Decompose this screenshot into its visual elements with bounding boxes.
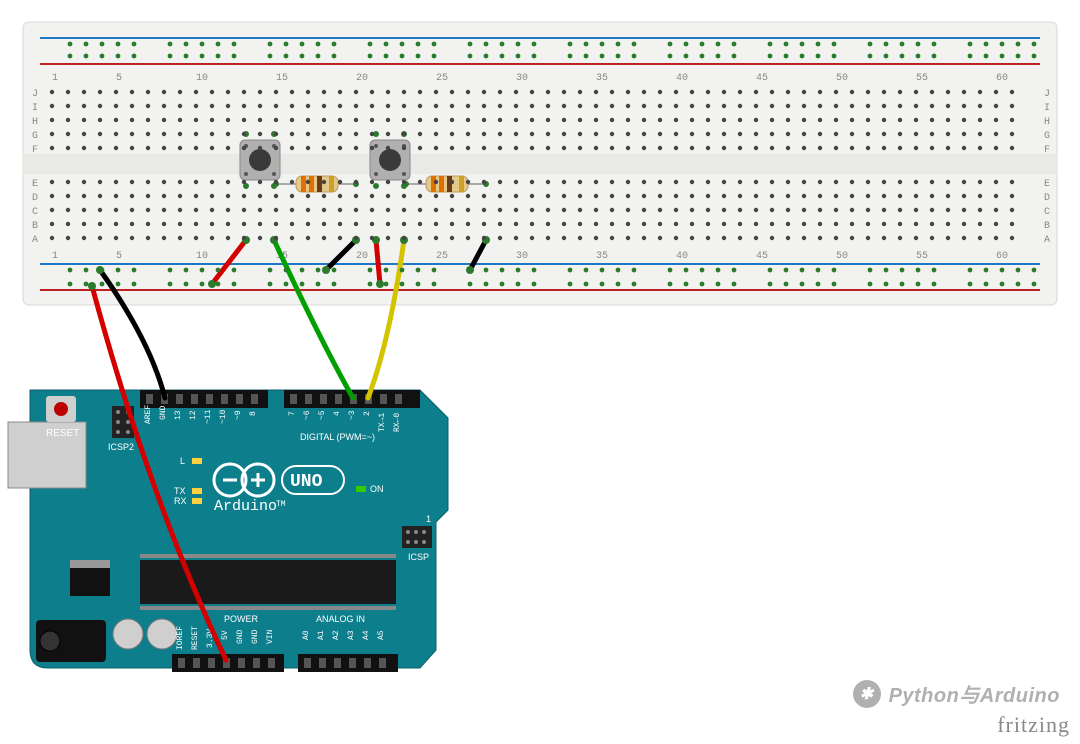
- svg-text:~5: ~5: [318, 410, 327, 420]
- svg-text:A2: A2: [332, 630, 341, 640]
- svg-text:D: D: [32, 193, 38, 204]
- svg-text:60: 60: [996, 251, 1008, 262]
- svg-text:A5: A5: [377, 630, 386, 640]
- svg-text:D: D: [1044, 193, 1050, 204]
- svg-text:I: I: [32, 103, 38, 114]
- svg-text:G: G: [1044, 131, 1050, 142]
- svg-text:30: 30: [516, 73, 528, 84]
- svg-text:F: F: [32, 145, 38, 156]
- svg-text:12: 12: [189, 410, 198, 420]
- svg-text:B: B: [32, 221, 38, 232]
- svg-text:H: H: [1044, 117, 1050, 128]
- svg-text:A: A: [1044, 235, 1050, 246]
- svg-text:B: B: [1044, 221, 1050, 232]
- svg-text:50: 50: [836, 251, 848, 262]
- svg-text:RX←0: RX←0: [393, 413, 402, 432]
- svg-text:50: 50: [836, 73, 848, 84]
- svg-text:~9: ~9: [234, 410, 243, 420]
- svg-text:ON: ON: [370, 484, 384, 494]
- svg-text:1: 1: [52, 251, 58, 262]
- svg-text:ICSP: ICSP: [408, 552, 429, 562]
- svg-text:F: F: [1044, 145, 1050, 156]
- svg-text:TX: TX: [174, 486, 186, 496]
- svg-text:1: 1: [426, 514, 431, 524]
- svg-text:10: 10: [196, 73, 208, 84]
- svg-text:IOREF: IOREF: [176, 626, 185, 650]
- digital-section-label: DIGITAL (PWM=~): [300, 432, 375, 442]
- arduino-brand: Arduino: [214, 498, 277, 515]
- svg-text:40: 40: [676, 251, 688, 262]
- svg-text:GND: GND: [236, 629, 245, 644]
- svg-text:TM: TM: [276, 500, 286, 509]
- svg-text:A0: A0: [302, 630, 311, 640]
- svg-text:I: I: [1044, 103, 1050, 114]
- svg-text:15: 15: [276, 73, 288, 84]
- svg-text:ICSP2: ICSP2: [108, 442, 134, 452]
- svg-text:GND: GND: [251, 629, 260, 644]
- watermark-text: Python与Arduino: [889, 679, 1060, 708]
- analog-section-label: ANALOG IN: [316, 614, 365, 624]
- svg-text:A1: A1: [317, 630, 326, 640]
- svg-text:C: C: [32, 207, 38, 218]
- svg-text:8: 8: [249, 411, 258, 416]
- svg-text:G: G: [32, 131, 38, 142]
- arduino-uno: RESET ICSP2 L TX RX ON UNO Arduino TM IC…: [8, 390, 448, 672]
- svg-text:GND: GND: [159, 405, 168, 420]
- svg-text:J: J: [32, 89, 38, 100]
- svg-text:~6: ~6: [303, 410, 312, 420]
- svg-text:45: 45: [756, 73, 768, 84]
- svg-text:J: J: [1044, 89, 1050, 100]
- breadboard: 1 5 10 15 20 25 30 35 40 45 50 55 60 1 5…: [23, 22, 1057, 305]
- svg-text:H: H: [32, 117, 38, 128]
- svg-text:A4: A4: [362, 630, 371, 640]
- svg-text:4: 4: [333, 411, 342, 416]
- svg-text:45: 45: [756, 251, 768, 262]
- svg-text:5V: 5V: [221, 630, 230, 640]
- arduino-model: UNO: [290, 472, 323, 492]
- svg-text:10: 10: [196, 251, 208, 262]
- svg-text:RESET: RESET: [191, 626, 200, 650]
- svg-text:55: 55: [916, 73, 928, 84]
- svg-text:E: E: [1044, 179, 1050, 190]
- svg-text:L: L: [180, 456, 185, 466]
- svg-text:AREF: AREF: [144, 405, 153, 424]
- svg-text:TX→1: TX→1: [378, 413, 387, 432]
- svg-text:55: 55: [916, 251, 928, 262]
- svg-text:25: 25: [436, 251, 448, 262]
- svg-text:5: 5: [116, 73, 122, 84]
- svg-text:30: 30: [516, 251, 528, 262]
- svg-text:~11: ~11: [204, 409, 213, 424]
- svg-text:C: C: [1044, 207, 1050, 218]
- svg-text:RX: RX: [174, 496, 187, 506]
- svg-text:7: 7: [288, 411, 297, 416]
- svg-text:~3: ~3: [348, 410, 357, 420]
- svg-text:25: 25: [436, 73, 448, 84]
- svg-text:20: 20: [356, 73, 368, 84]
- svg-text:5: 5: [116, 251, 122, 262]
- power-section-label: POWER: [224, 614, 259, 624]
- svg-text:A: A: [32, 235, 38, 246]
- svg-text:60: 60: [996, 73, 1008, 84]
- svg-text:20: 20: [356, 251, 368, 262]
- svg-text:35: 35: [596, 251, 608, 262]
- reset-label: RESET: [46, 428, 79, 439]
- watermark: ✱ Python与Arduino: [853, 679, 1060, 708]
- svg-text:A3: A3: [347, 630, 356, 640]
- svg-text:13: 13: [174, 410, 183, 420]
- wechat-icon: ✱: [853, 680, 881, 708]
- svg-text:40: 40: [676, 73, 688, 84]
- svg-text:E: E: [32, 179, 38, 190]
- svg-text:~10: ~10: [219, 409, 228, 424]
- svg-text:2: 2: [363, 411, 372, 416]
- svg-text:35: 35: [596, 73, 608, 84]
- svg-text:1: 1: [52, 73, 58, 84]
- svg-text:VIN: VIN: [266, 629, 275, 644]
- fritzing-brand: fritzing: [997, 712, 1070, 738]
